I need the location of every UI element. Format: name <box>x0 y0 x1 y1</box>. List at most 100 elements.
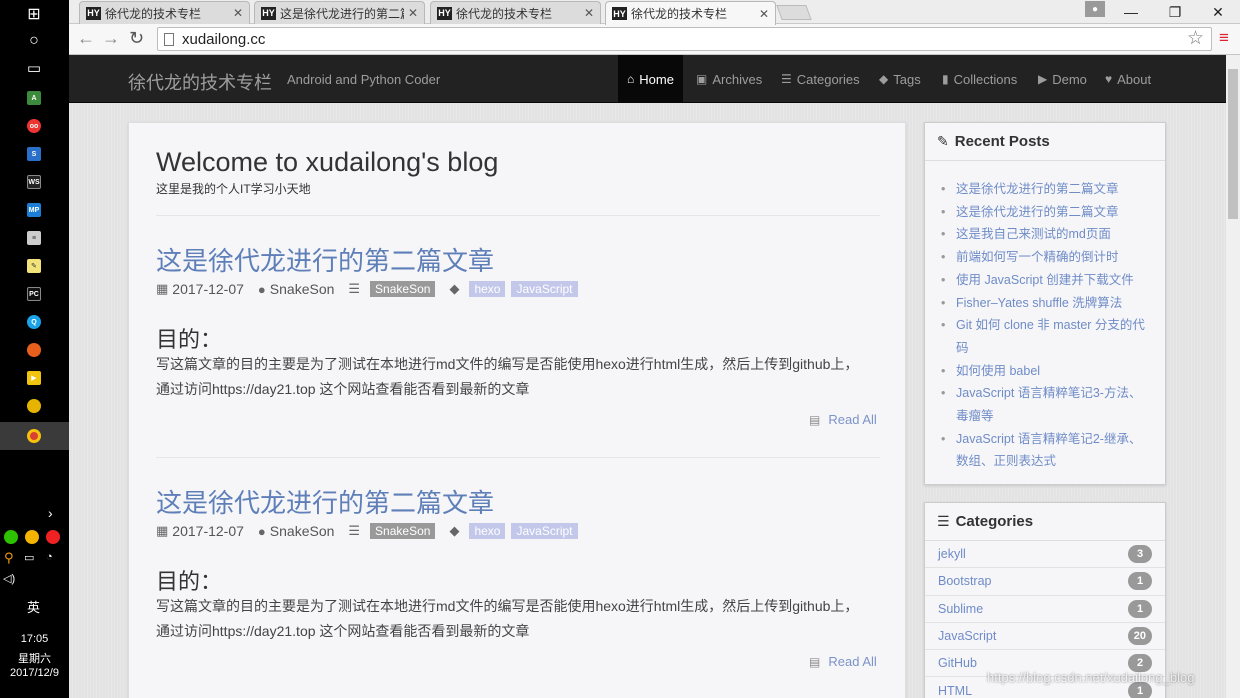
post-author[interactable]: SnakeSon <box>270 523 335 539</box>
qq-icon[interactable] <box>46 530 60 544</box>
app-link-icon[interactable]: S <box>20 143 48 165</box>
browser-tab-4-active[interactable]: HY 徐代龙的技术专栏 ✕ <box>605 1 776 25</box>
firefox-icon[interactable] <box>20 339 48 361</box>
minimize-icon[interactable]: — <box>1111 0 1151 24</box>
volume-icon[interactable]: ◁) <box>3 572 15 585</box>
recent-post-link[interactable]: 这是徐代龙进行的第二篇文章 <box>941 178 1153 201</box>
webstorm-icon[interactable]: WS <box>20 171 48 193</box>
browser-tab-3[interactable]: HY 徐代龙的技术专栏 ✕ <box>430 1 601 24</box>
category-label[interactable]: SnakeSon <box>370 523 436 539</box>
browser-tab-2[interactable]: HY 这是徐代龙进行的第二篇 ✕ <box>254 1 425 24</box>
divider <box>156 215 880 216</box>
recent-posts-title: Recent Posts <box>954 133 1050 150</box>
tab-close-icon[interactable]: ✕ <box>408 6 418 20</box>
bookmark-icon: ▮ <box>942 72 949 86</box>
post-author[interactable]: SnakeSon <box>270 281 335 297</box>
windows-start-icon[interactable]: ⊞ <box>20 3 48 25</box>
scrollbar-thumb[interactable] <box>1228 69 1238 219</box>
nav-demo[interactable]: ▶ Demo <box>1029 55 1096 103</box>
bookmark-star-icon[interactable]: ☆ <box>1187 27 1204 50</box>
category-item[interactable]: Sublime 1 <box>925 596 1165 623</box>
nav-label: Home <box>639 71 674 87</box>
nav-categories[interactable]: ☰ Categories <box>772 55 869 103</box>
forward-arrow-icon[interactable]: → <box>102 28 120 49</box>
pycharm-icon[interactable]: PC <box>20 283 48 305</box>
read-all-link[interactable]: ▤ Read All <box>809 412 877 427</box>
close-window-icon[interactable]: ✕ <box>1198 0 1238 24</box>
mp-app-icon[interactable]: MP <box>20 199 48 221</box>
recent-post-link[interactable]: Git 如何 clone 非 master 分支的代码 <box>941 314 1153 359</box>
new-tab-button[interactable] <box>776 5 812 20</box>
wechat-icon[interactable] <box>4 530 18 544</box>
category-item[interactable]: jekyll 3 <box>925 541 1165 569</box>
post-heading: 目的： <box>156 327 223 352</box>
tag-label[interactable]: hexo <box>469 523 506 539</box>
recent-post-link[interactable]: 这是我自己来测试的md页面 <box>941 223 1153 246</box>
notepad-icon[interactable]: ✎ <box>20 255 48 277</box>
clock-date[interactable]: 2017/12/9 <box>0 667 69 679</box>
list-icon: ☰ <box>937 513 950 529</box>
input-language[interactable]: 英 <box>27 597 40 616</box>
chevron-up-icon[interactable]: › <box>48 505 53 521</box>
page-subtitle: 这里是我的个人IT学习小天地 <box>156 182 311 196</box>
reload-icon[interactable]: ↻ <box>129 28 144 49</box>
read-all-link[interactable]: ▤ Read All <box>809 654 877 669</box>
clock-day[interactable]: 星期六 <box>0 650 69 666</box>
tab-close-icon[interactable]: ✕ <box>759 7 769 21</box>
browser-tab-1[interactable]: HY 徐代龙的技术专栏 ✕ <box>79 1 250 24</box>
nav-tags[interactable]: ◆ Tags <box>870 55 930 103</box>
android-studio-icon[interactable]: A <box>20 87 48 109</box>
recent-post-link[interactable]: 如何使用 babel <box>941 360 1153 383</box>
browser-blue-icon[interactable]: Q <box>20 311 48 333</box>
category-item[interactable]: Bootstrap 1 <box>925 568 1165 596</box>
windows-taskbar: ⊞ ○ ▭ A oo S WS MP ≡ ✎ PC Q ▶ › ⚲ ▭ ◔ ◁)… <box>0 0 69 698</box>
recent-post-link[interactable]: JavaScript 语言精粹笔记2-继承、数组、正则表达式 <box>941 428 1153 473</box>
media-player-icon[interactable]: ▶ <box>20 367 48 389</box>
user-profile-icon[interactable]: ● <box>1085 1 1105 17</box>
nav-home[interactable]: ⌂ Home <box>618 55 683 103</box>
chrome-menu-icon[interactable]: ≡ <box>1219 28 1229 48</box>
back-arrow-icon[interactable]: ← <box>77 28 95 49</box>
recent-post-link[interactable]: 使用 JavaScript 创建并下载文件 <box>941 269 1153 292</box>
cortana-icon[interactable]: ○ <box>20 30 48 52</box>
tray-app-icon[interactable] <box>25 530 39 544</box>
recent-post-link[interactable]: JavaScript 语言精粹笔记3-方法、毒瘤等 <box>941 382 1153 427</box>
page-scrollbar[interactable] <box>1226 55 1240 698</box>
play-icon: ▶ <box>1038 72 1048 86</box>
battery-icon[interactable]: ▭ <box>24 551 34 564</box>
nav-collections[interactable]: ▮ Collections <box>933 55 1026 103</box>
post-date: 2017-12-07 <box>172 523 244 539</box>
url-text: xudailong.cc <box>182 30 266 48</box>
search-tray-icon[interactable]: ⚲ <box>4 550 14 566</box>
site-brand[interactable]: 徐代龙的技术专栏 <box>128 69 272 95</box>
category-item[interactable]: JavaScript 20 <box>925 623 1165 651</box>
tag-label[interactable]: JavaScript <box>511 281 578 297</box>
clock-time[interactable]: 17:05 <box>0 633 69 645</box>
recent-post-link[interactable]: 这是徐代龙进行的第二篇文章 <box>941 201 1153 224</box>
recent-post-link[interactable]: Fisher–Yates shuffle 洗牌算法 <box>941 292 1153 315</box>
category-name: JavaScript <box>938 629 997 644</box>
restore-icon[interactable]: ❐ <box>1155 0 1195 24</box>
tab-close-icon[interactable]: ✕ <box>233 6 243 20</box>
tag-label[interactable]: JavaScript <box>511 523 578 539</box>
post-title-link[interactable]: 这是徐代龙进行的第二篇文章 <box>156 483 494 520</box>
chrome-icon[interactable] <box>20 425 48 447</box>
app-red-icon[interactable]: oo <box>20 115 48 137</box>
category-label[interactable]: SnakeSon <box>370 281 436 297</box>
nav-label: Tags <box>893 71 921 87</box>
page-icon <box>164 32 174 46</box>
read-all-label: Read All <box>828 412 877 427</box>
address-bar-input[interactable]: xudailong.cc <box>157 27 1212 51</box>
post-title-link[interactable]: 这是徐代龙进行的第二篇文章 <box>156 241 494 278</box>
task-view-icon[interactable]: ▭ <box>20 57 48 79</box>
heart-icon: ♥ <box>1105 72 1113 86</box>
nav-archives[interactable]: ▣ Archives <box>687 55 771 103</box>
terminal-icon[interactable]: ≡ <box>20 227 48 249</box>
wifi-icon[interactable]: ◔ <box>46 551 53 563</box>
tag-label[interactable]: hexo <box>469 281 506 297</box>
recent-posts-list: 这是徐代龙进行的第二篇文章 这是徐代龙进行的第二篇文章 这是我自己来测试的md页… <box>925 161 1165 473</box>
nav-about[interactable]: ♥ About <box>1096 55 1160 103</box>
recent-post-link[interactable]: 前端如何写一个精确的倒计时 <box>941 246 1153 269</box>
tab-close-icon[interactable]: ✕ <box>584 6 594 20</box>
chrome-alt-icon[interactable] <box>20 395 48 417</box>
